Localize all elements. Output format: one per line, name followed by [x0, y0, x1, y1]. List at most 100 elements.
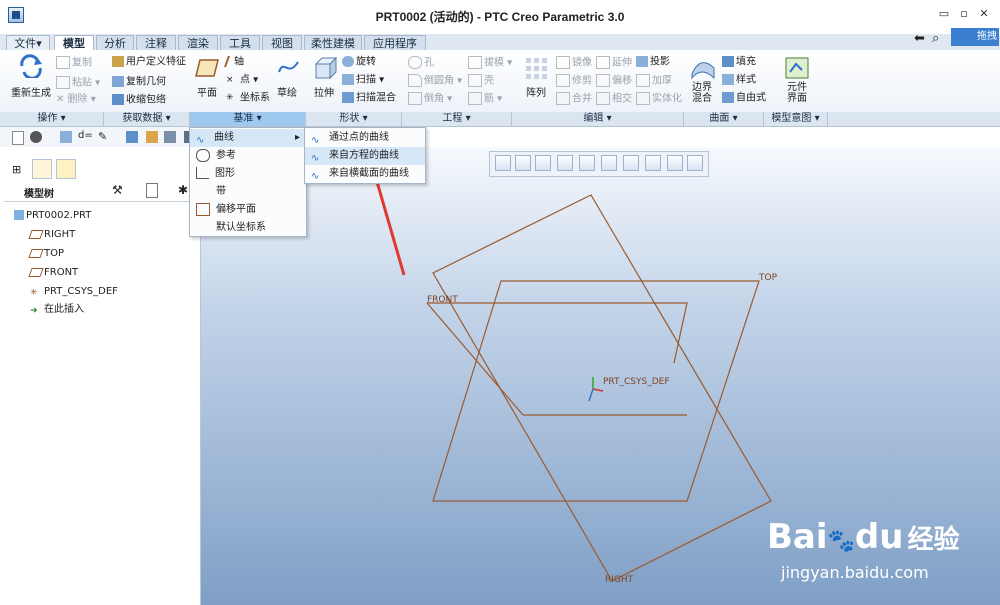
tree-item-front[interactable]: FRONT: [28, 266, 78, 280]
axis-button[interactable]: 轴: [223, 56, 244, 69]
tab-model[interactable]: 模型: [54, 35, 94, 51]
menu-item-curve-through-points[interactable]: ∿ 通过点的曲线: [305, 129, 425, 147]
project-button[interactable]: 投影: [636, 56, 670, 69]
tab-analysis[interactable]: 分析: [96, 35, 134, 50]
menu-item-default-csys[interactable]: 默认坐标系: [190, 219, 306, 237]
render-icon[interactable]: [146, 131, 158, 143]
paste-button[interactable]: 粘贴 ▾: [56, 76, 100, 90]
component-interface-icon: [785, 57, 809, 79]
tree-item-insert-here[interactable]: ➜ 在此插入: [30, 303, 84, 317]
graphics-toolbar: d= ✎: [0, 127, 200, 148]
hole-button[interactable]: 孔: [408, 56, 434, 70]
merge-icon: [556, 92, 570, 105]
solidify-button[interactable]: 实体化: [636, 92, 682, 106]
tab-annotate[interactable]: 注释: [136, 35, 176, 50]
dimension-icon[interactable]: d=: [78, 130, 93, 141]
datum-plane-icon: [28, 267, 44, 277]
paste-icon: [56, 76, 70, 89]
copy-button[interactable]: 复制: [56, 56, 92, 70]
rib-button[interactable]: 筋 ▾: [468, 92, 502, 106]
graphics-window[interactable]: TOP FRONT RIGHT PRT_CSYS_DEF Bai🐾du 经验 ji…: [201, 147, 1000, 605]
fill-button[interactable]: 填充: [722, 56, 756, 69]
minimize-button[interactable]: ▭: [936, 7, 952, 21]
pin-button[interactable]: 拖拽: [951, 28, 999, 46]
menu-item-curve-from-equation[interactable]: ∿ 来自方程的曲线: [305, 147, 425, 165]
group-surfaces[interactable]: 曲面 ▾: [684, 112, 764, 126]
copy-geometry-button[interactable]: 复制几何: [112, 76, 166, 89]
point-icon: ×: [226, 75, 234, 85]
close-button[interactable]: ✕: [976, 7, 992, 21]
menu-item-reference[interactable]: 参考: [190, 147, 306, 165]
group-get-data[interactable]: 获取数据 ▾: [104, 112, 190, 126]
group-engineering[interactable]: 工程 ▾: [402, 112, 512, 126]
shell-button[interactable]: 壳: [468, 74, 494, 88]
mirror-button[interactable]: 镜像: [556, 56, 592, 70]
tab-applications[interactable]: 应用程序: [364, 35, 426, 50]
tree-tab-icon[interactable]: ⊞: [12, 163, 21, 176]
tab-tools[interactable]: 工具: [220, 35, 260, 50]
favorites-tab-icon[interactable]: [56, 159, 76, 179]
arrow-icon[interactable]: ⬅: [914, 31, 925, 46]
display-style-icon[interactable]: [164, 131, 176, 143]
point-button[interactable]: × 点 ▾: [226, 74, 258, 87]
group-datum[interactable]: 基准 ▾: [190, 112, 306, 126]
tree-item-top[interactable]: TOP: [28, 247, 64, 261]
round-button[interactable]: 倒圆角 ▾: [408, 74, 462, 88]
delete-button[interactable]: ✕ 删除 ▾: [56, 94, 96, 106]
filter-icon[interactable]: ✱: [178, 183, 188, 197]
shrinkwrap-icon: [112, 94, 124, 105]
chamfer-button[interactable]: 倒角 ▾: [408, 92, 452, 106]
freestyle-button[interactable]: 自由式: [722, 92, 766, 105]
group-operations[interactable]: 操作 ▾: [0, 112, 104, 126]
tab-file[interactable]: 文件▾: [6, 35, 50, 50]
settings-icon[interactable]: ⚒: [112, 183, 123, 197]
revolve-button[interactable]: 旋转: [342, 56, 376, 69]
group-model-intent[interactable]: 模型意图 ▾: [764, 112, 828, 126]
model-tree-panel: ⊞ 模型树 ⚒ ✱ PRT0002.PRT RIGHT TOP FRONT ✳ P…: [0, 147, 201, 605]
tab-flexible-modeling[interactable]: 柔性建模: [304, 35, 362, 50]
menu-item-ribbon[interactable]: 带: [190, 183, 306, 201]
saved-view-icon[interactable]: [60, 131, 72, 143]
menu-item-offset-plane[interactable]: 偏移平面: [190, 201, 306, 219]
new-file-icon[interactable]: [12, 131, 24, 145]
shrinkwrap-button[interactable]: 收缩包络: [112, 94, 166, 107]
tab-render[interactable]: 渲染: [178, 35, 218, 50]
style-button[interactable]: 样式: [722, 74, 756, 87]
menu-item-curve[interactable]: ∿ 曲线 ▸: [190, 129, 306, 147]
menu-item-graph[interactable]: 图形: [190, 165, 306, 183]
merge-button[interactable]: 合并: [556, 92, 592, 106]
project-icon: [636, 56, 648, 67]
sphere-icon[interactable]: [30, 131, 42, 143]
intersect-button[interactable]: 相交: [596, 92, 632, 106]
plane-button[interactable]: 平面: [192, 88, 222, 99]
tree-item-csys[interactable]: ✳ PRT_CSYS_DEF: [30, 285, 118, 299]
group-editing[interactable]: 编辑 ▾: [512, 112, 684, 126]
sketch-button[interactable]: 草绘: [272, 88, 302, 99]
tab-view[interactable]: 视图: [262, 35, 302, 50]
appearance-icon[interactable]: [126, 131, 138, 143]
draft-button[interactable]: 拔模 ▾: [468, 56, 512, 70]
menu-item-curve-from-cross-section[interactable]: ∿ 来自横截面的曲线: [305, 165, 425, 183]
tree-item-part[interactable]: PRT0002.PRT: [14, 209, 91, 223]
extend-button[interactable]: 延伸: [596, 56, 632, 70]
udf-button[interactable]: 用户定义特征: [112, 56, 186, 69]
boundary-blend-button[interactable]: 边界 混合: [688, 82, 716, 104]
trim-button[interactable]: 修剪: [556, 74, 592, 88]
sweep-button[interactable]: 扫描 ▾: [342, 74, 384, 87]
pen-icon[interactable]: ✎: [98, 130, 107, 143]
swept-blend-button[interactable]: 扫描混合: [342, 92, 396, 105]
maximize-button[interactable]: ▫: [956, 7, 972, 21]
regenerate-button[interactable]: 重新生成: [8, 88, 54, 99]
pattern-button[interactable]: 阵列: [520, 88, 552, 99]
search-icon[interactable]: ⌕: [932, 31, 939, 46]
csys-button[interactable]: ✳ 坐标系: [226, 92, 270, 105]
thicken-button[interactable]: 加厚: [636, 74, 672, 88]
extrude-button[interactable]: 拉伸: [308, 88, 340, 99]
tree-item-right[interactable]: RIGHT: [28, 228, 75, 242]
component-interface-button[interactable]: 元件 界面: [780, 82, 814, 104]
layer-tab-icon[interactable]: [32, 159, 52, 179]
group-shapes[interactable]: 形状 ▾: [306, 112, 402, 126]
offset-button[interactable]: 偏移: [596, 74, 632, 88]
model-tree-title: 模型树: [24, 189, 54, 200]
show-icon[interactable]: [146, 183, 158, 198]
